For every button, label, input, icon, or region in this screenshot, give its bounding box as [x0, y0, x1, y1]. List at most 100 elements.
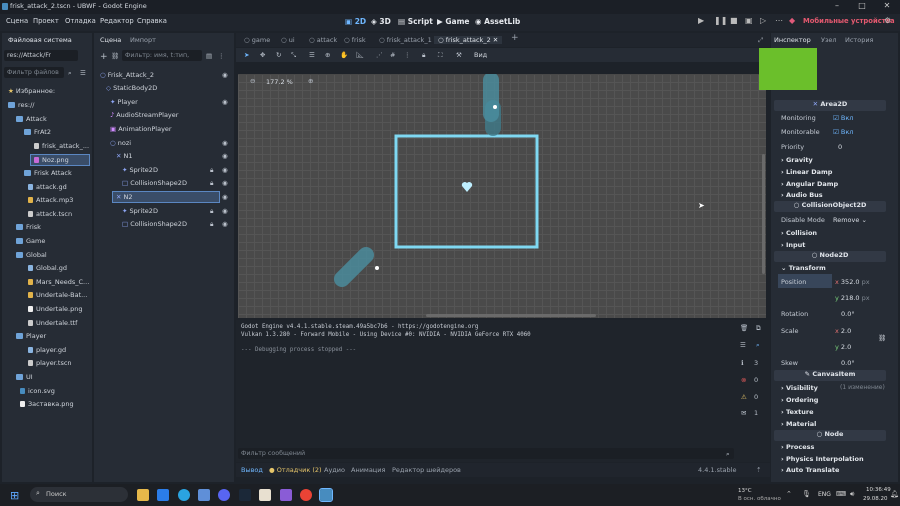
fs-favorites[interactable]: ★ Избранное: [8, 87, 55, 95]
filter-lines-icon[interactable]: ☰ [740, 341, 746, 349]
node-sprite-2[interactable]: ✦ Sprite2D [122, 207, 158, 215]
group-icon[interactable]: ⛶ [438, 51, 443, 60]
monitoring-checkbox[interactable]: ☑ Вкл [833, 114, 853, 122]
workspace-assetlib[interactable]: ◉ AssetLib [475, 17, 520, 26]
docs-icon[interactable] [198, 489, 210, 501]
fs-player[interactable]: Player [16, 332, 46, 340]
view-menu[interactable]: Вид [474, 51, 487, 59]
position-x-field[interactable]: x 352.0 px [835, 278, 870, 286]
node-animation[interactable]: ▣ AnimationPlayer [110, 125, 172, 133]
scale-x-field[interactable]: x 2.0 [835, 327, 851, 335]
fs-mars[interactable]: Mars_Needs_C... [28, 278, 89, 286]
tab-animation[interactable]: Анимация [351, 466, 385, 474]
workspace-game[interactable]: ▶ Game [437, 17, 470, 26]
search-icon[interactable]: ⌕ [726, 450, 730, 459]
visibility-eye-icon[interactable]: ◉ [222, 166, 228, 174]
tab-history[interactable]: История [845, 36, 873, 44]
node-audio[interactable]: ♪ AudioStreamPlayer [110, 111, 178, 119]
position-y-field[interactable]: y 218.0 px [835, 294, 870, 302]
visibility-eye-icon[interactable]: ◉ [222, 179, 228, 187]
tab-node[interactable]: Узел [821, 36, 837, 44]
rotate-tool-icon[interactable]: ↻ [276, 51, 281, 59]
movie-icon[interactable]: ◆ [789, 16, 795, 25]
message-filter-icon[interactable]: ✉ [741, 409, 746, 417]
renderer-select[interactable]: Мобильные устройства [803, 17, 895, 25]
fs-attack-tscn[interactable]: attack.tscn [28, 210, 72, 218]
snap-icon[interactable]: ⋰ [376, 51, 383, 59]
ruler-tool-icon[interactable]: 📐︎ [356, 51, 364, 59]
clear-output-icon[interactable]: 🗑︎ [740, 324, 748, 332]
fs-frisk[interactable]: Frisk [16, 223, 41, 231]
cat-transform[interactable]: ⌄ Transform [781, 264, 826, 272]
stop-icon[interactable]: ■ [730, 16, 738, 25]
doc-tab-attack[interactable]: ○ attack [309, 36, 337, 44]
message-filter-input[interactable]: Фильтр сообщений [238, 448, 734, 459]
menu-project[interactable]: Проект [33, 17, 59, 25]
settings-gear-icon[interactable]: ⚙ [884, 16, 891, 25]
node-player[interactable]: ✦ Player [110, 98, 138, 106]
add-tab-icon[interactable]: + [511, 33, 519, 43]
cat-material[interactable]: › Material [781, 420, 816, 428]
store-icon[interactable] [157, 489, 169, 501]
play-icon[interactable]: ▶ [698, 16, 704, 25]
doc-tab-frisk-attack-2[interactable]: ○ frisk_attack_2 ✕ [434, 36, 503, 44]
rotation-field[interactable]: 0.0° [841, 310, 855, 318]
fs-undertale-ttf[interactable]: Undertale.ttf [28, 319, 77, 327]
pivot-tool-icon[interactable]: ⊕ [325, 51, 330, 59]
doc-tab-frisk[interactable]: ○ frisk [344, 36, 366, 44]
node-n1[interactable]: ✕ N1 [116, 152, 133, 160]
chrome-icon[interactable] [300, 489, 312, 501]
menu-scene[interactable]: Сцена [6, 17, 28, 25]
fs-frisk-attack[interactable]: Frisk Attack [24, 169, 72, 177]
workspace-script[interactable]: ▤ Script [398, 17, 433, 26]
section-node2d[interactable]: ○ Node2D [774, 251, 886, 262]
node-sprite-1[interactable]: ✦ Sprite2D [122, 166, 158, 174]
section-canvasitem[interactable]: ✎ CanvasItem [774, 370, 886, 381]
warning-filter-icon[interactable]: ⚠ [741, 393, 747, 401]
visibility-eye-icon[interactable]: ◉ [222, 193, 228, 201]
move-tool-icon[interactable]: ✥ [260, 51, 265, 59]
visibility-eye-icon[interactable]: ◉ [222, 207, 228, 215]
lock-node-icon[interactable]: 🔒︎ [422, 51, 425, 60]
menu-help[interactable]: Справка [137, 17, 167, 25]
node-collision-1[interactable]: □ CollisionShape2D [122, 179, 187, 187]
tab-output[interactable]: Вывод [241, 466, 263, 474]
menu-dots-icon[interactable]: ⋮ [218, 52, 225, 60]
file-filter-input[interactable]: Фильтр файлов [4, 67, 64, 78]
node-staticbody[interactable]: ◇ StaticBody2D [106, 84, 157, 92]
h-scrollbar[interactable] [426, 314, 596, 317]
lock-icon[interactable]: 🔒︎ [210, 207, 213, 216]
select-tool-icon[interactable]: ➤ [244, 51, 249, 59]
node-collision-2[interactable]: □ CollisionShape2D [122, 220, 187, 228]
scene-filter-input[interactable]: Фильтр: имя, t:тип, [122, 50, 202, 61]
section-area2d[interactable]: ✕ Area2D [774, 100, 886, 111]
close-button[interactable]: ✕ [876, 1, 898, 13]
lock-icon[interactable]: 🔒︎ [210, 220, 213, 229]
fs-attack-mp3[interactable]: Attack.mp3 [28, 196, 73, 204]
tab-audio[interactable]: Аудио [324, 466, 345, 474]
visibility-eye-icon[interactable]: ◉ [222, 71, 228, 79]
node-n2[interactable]: ✕ N2 [112, 191, 220, 203]
fs-ui[interactable]: UI [16, 373, 33, 381]
cat-input[interactable]: › Input [781, 241, 805, 249]
visibility-eye-icon[interactable]: ◉ [222, 220, 228, 228]
minimize-button[interactable]: – [826, 1, 848, 13]
volume-icon[interactable]: 🔊︎ [850, 490, 854, 499]
lock-icon[interactable]: 🔒︎ [210, 179, 213, 188]
fs-attack-gd[interactable]: attack.gd [28, 183, 67, 191]
taskbar-search[interactable]: ⌕ Поиск [30, 487, 128, 502]
play-custom-icon[interactable]: ⋯ [775, 16, 783, 25]
tab-shader-editor[interactable]: Редактор шейдеров [392, 466, 461, 474]
cat-auto-translate[interactable]: › Auto Translate [781, 466, 839, 474]
fs-icon-svg[interactable]: icon.svg [20, 387, 55, 395]
fs-player-tscn[interactable]: player.tscn [28, 359, 72, 367]
tab-inspector[interactable]: Инспектор [774, 36, 811, 44]
fs-global[interactable]: Global [16, 251, 47, 259]
fs-frisk-attack-file[interactable]: frisk_attack_... [34, 142, 89, 150]
pause-icon[interactable]: ❚❚ [714, 16, 727, 25]
link-icon[interactable]: ⛓ [111, 52, 119, 60]
script-icon[interactable]: ▤ [206, 52, 212, 60]
visibility-eye-icon[interactable]: ◉ [222, 152, 228, 160]
fs-game[interactable]: Game [16, 237, 45, 245]
pan-tool-icon[interactable]: ✋ [340, 51, 348, 59]
